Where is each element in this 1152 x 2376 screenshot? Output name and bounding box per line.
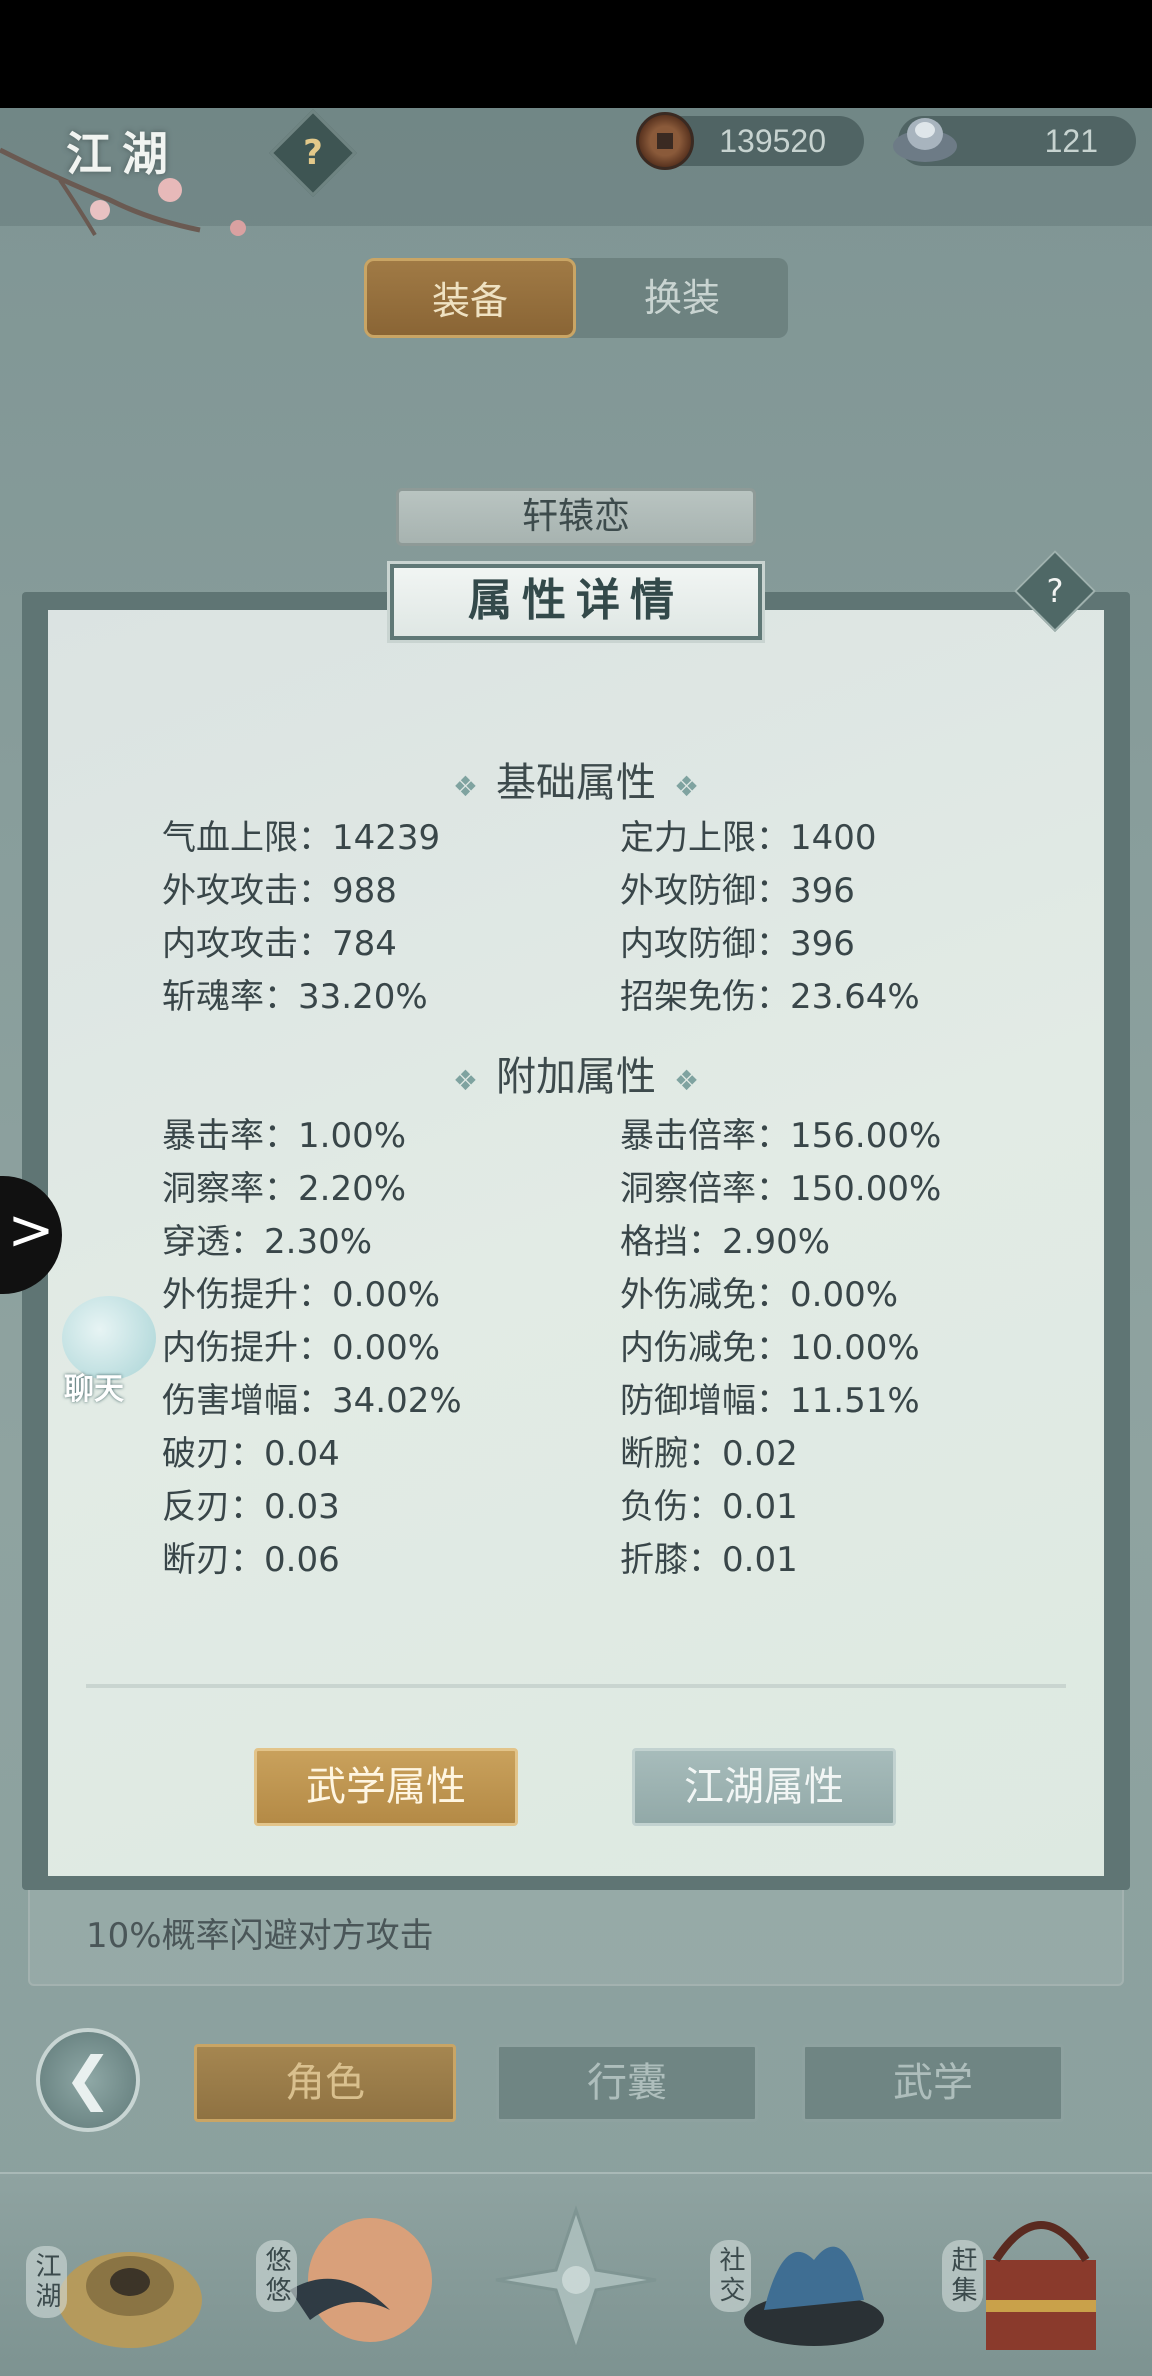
- dialog-divider: [86, 1684, 1066, 1688]
- bottom-nav-jianghu-label: 江湖: [26, 2246, 67, 2318]
- attr-hp-max: 气血上限：14239: [162, 818, 441, 858]
- question-icon: ?: [303, 133, 323, 173]
- character-name: 轩辕恋: [396, 488, 756, 546]
- attr-break-blade: 破刃：0.04: [162, 1434, 340, 1474]
- attr-break-knee: 折膝：0.01: [620, 1540, 798, 1580]
- attr-inner-damage-boost: 内伤提升：0.00%: [162, 1328, 441, 1368]
- attr-focus-max: 定力上限：1400: [620, 818, 877, 858]
- attr-inner-defense: 内攻防御：396: [620, 924, 855, 964]
- attr-inner-attack: 内攻攻击：784: [162, 924, 397, 964]
- attr-snap-blade: 断刃：0.06: [162, 1540, 340, 1580]
- tab-change-outfit[interactable]: 换装: [576, 258, 788, 338]
- diamond-ornament-icon: ❖: [452, 1064, 478, 1097]
- bottom-nav-youyou[interactable]: 悠悠: [250, 2190, 450, 2370]
- back-button[interactable]: ❮: [36, 2028, 140, 2132]
- bottom-nav-center[interactable]: [476, 2190, 676, 2370]
- diamond-ornament-icon: ❖: [674, 1064, 700, 1097]
- tab-equip[interactable]: 装备: [364, 258, 576, 338]
- silver-currency[interactable]: 121: [893, 116, 1136, 166]
- bottom-nav-youyou-label: 悠悠: [256, 2240, 297, 2312]
- chat-label[interactable]: 聊天: [64, 1364, 124, 1408]
- jianghu-attributes-button[interactable]: 江湖属性: [632, 1748, 896, 1826]
- attr-outer-attack: 外攻攻击：988: [162, 871, 397, 911]
- attr-crit-rate: 暴击率：1.00%: [162, 1116, 407, 1156]
- chevron-right-icon: >: [7, 1198, 55, 1263]
- attr-break-wrist: 断腕：0.02: [620, 1434, 798, 1474]
- bottom-nav-jianghu[interactable]: 江湖: [20, 2190, 220, 2370]
- attr-insight-rate: 洞察率：2.20%: [162, 1169, 407, 1209]
- attr-outer-damage-reduction: 外伤减免：0.00%: [620, 1275, 899, 1315]
- area-title: 江湖: [66, 127, 178, 181]
- tab-character[interactable]: 角色: [194, 2044, 456, 2122]
- skill-description: 10%概率闪避对方攻击: [86, 1916, 434, 1956]
- diamond-ornament-icon: ❖: [452, 770, 478, 803]
- tab-martial-arts[interactable]: 武学: [802, 2044, 1064, 2122]
- attr-block: 格挡：2.90%: [620, 1222, 831, 1262]
- dialog-title: 属性详情: [387, 561, 765, 643]
- diamond-ornament-icon: ❖: [674, 770, 700, 803]
- attr-insight-multiplier: 洞察倍率：150.00%: [620, 1169, 942, 1209]
- tab-inventory[interactable]: 行囊: [496, 2044, 758, 2122]
- attr-outer-damage-boost: 外伤提升：0.00%: [162, 1275, 441, 1315]
- attr-inner-damage-reduction: 内伤减免：10.00%: [620, 1328, 920, 1368]
- bottom-nav-social-label: 社交: [710, 2240, 751, 2312]
- status-bar: [0, 0, 1152, 108]
- extra-attributes-heading: ❖ 附加属性 ❖: [452, 1054, 700, 1100]
- compass-star-icon: [495, 2205, 657, 2355]
- attr-counter-blade: 反刃：0.03: [162, 1487, 340, 1527]
- silver-ingot-icon: [893, 118, 957, 162]
- attr-parry-reduction: 招架免伤：23.64%: [620, 977, 920, 1017]
- attr-soul-slash-rate: 斩魂率：33.20%: [162, 977, 428, 1017]
- attr-penetration: 穿透：2.30%: [162, 1222, 373, 1262]
- martial-attributes-button[interactable]: 武学属性: [254, 1748, 518, 1826]
- bottom-nav-market[interactable]: 赶集: [936, 2190, 1136, 2370]
- attr-damage-amplify: 伤害增幅：34.02%: [162, 1381, 462, 1421]
- attr-defense-amplify: 防御增幅：11.51%: [620, 1381, 920, 1421]
- silver-amount: 121: [1044, 123, 1098, 159]
- equip-tab-bar: 装备 换装: [364, 258, 788, 338]
- back-arrow-icon: ❮: [63, 2044, 113, 2112]
- attr-outer-defense: 外攻防御：396: [620, 871, 855, 911]
- attr-crit-multiplier: 暴击倍率：156.00%: [620, 1116, 942, 1156]
- bottom-nav-social[interactable]: 社交: [704, 2190, 904, 2370]
- copper-coin-icon: [636, 112, 694, 170]
- copper-amount: 139520: [719, 123, 826, 159]
- attr-injure: 负伤：0.01: [620, 1487, 798, 1527]
- base-attributes-heading: ❖ 基础属性 ❖: [452, 760, 700, 806]
- bottom-nav-market-label: 赶集: [942, 2240, 983, 2312]
- copper-currency[interactable]: 139520: [636, 112, 864, 170]
- question-icon: ?: [1046, 572, 1064, 610]
